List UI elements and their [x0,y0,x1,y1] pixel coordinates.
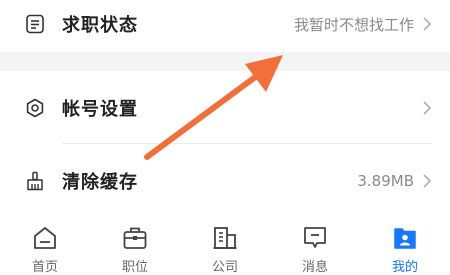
cache-size-value: 3.89MB [357,172,414,190]
chevron-right-icon [423,101,432,115]
broom-icon [24,170,46,192]
chevron-right-icon [423,17,432,31]
profile-icon [390,224,420,252]
tab-home[interactable]: 首页 [0,214,90,275]
message-icon [300,224,330,252]
clear-cache-label: 清除缓存 [62,172,138,193]
divider [62,143,432,144]
company-icon [210,224,240,252]
job-status-row[interactable]: 求职状态 我暂时不想找工作 [0,0,450,48]
briefcase-icon [120,224,150,252]
clear-cache-row[interactable]: 清除缓存 3.89MB [0,158,450,204]
tab-jobs[interactable]: 职位 [90,214,180,275]
tab-jobs-label: 职位 [121,260,148,275]
chevron-right-icon [423,174,432,188]
tab-home-label: 首页 [31,260,58,275]
gear-icon [24,97,46,119]
tab-me[interactable]: 我的 [360,214,450,275]
tab-companies-label: 公司 [211,260,238,275]
home-icon [30,224,60,252]
section-separator [0,52,450,71]
list-icon [24,13,46,35]
account-settings-label: 帐号设置 [62,99,138,120]
job-status-value: 我暂时不想找工作 [293,15,414,34]
tab-messages-label: 消息 [301,260,328,275]
account-settings-row[interactable]: 帐号设置 [0,85,450,131]
tab-companies[interactable]: 公司 [180,214,270,275]
tab-me-label: 我的 [391,260,418,275]
job-status-label: 求职状态 [62,15,138,36]
tab-messages[interactable]: 消息 [270,214,360,275]
bottom-tab-bar: 首页 职位 公司 消息 我的 [0,214,450,275]
